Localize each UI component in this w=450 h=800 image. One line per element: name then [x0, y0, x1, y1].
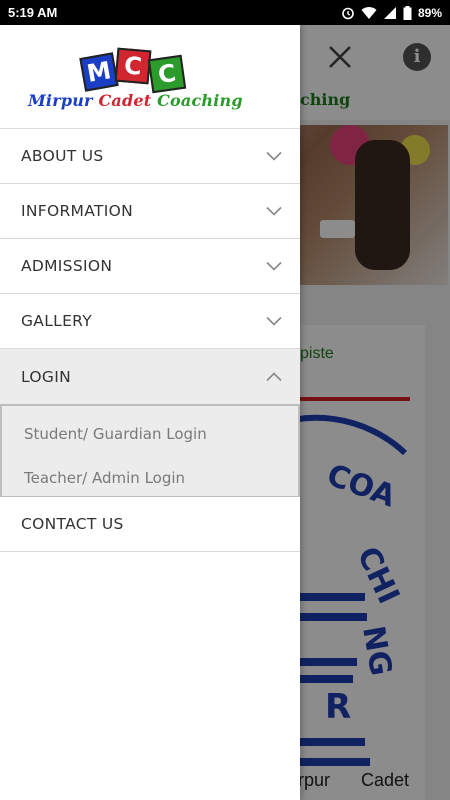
logo-text-cadet: Cadet — [98, 91, 158, 110]
wifi-icon — [361, 6, 377, 19]
menu-label: INFORMATION — [21, 202, 133, 220]
menu-label: LOGIN — [21, 367, 71, 386]
menu-item-contact-us[interactable]: CONTACT US — [0, 497, 300, 552]
chevron-up-icon — [266, 371, 282, 381]
submenu-item-student-guardian-login[interactable]: Student/ Guardian Login — [2, 412, 298, 456]
status-icons: 89% — [341, 5, 442, 20]
logo-text: Mirpur Cadet Coaching — [28, 91, 243, 110]
signal-icon — [383, 6, 396, 19]
menu-item-login[interactable]: LOGIN — [0, 349, 300, 404]
logo-text-mirpur: Mirpur — [28, 91, 99, 110]
menu-item-gallery[interactable]: GALLERY — [0, 294, 300, 349]
logo-letter-m: M — [79, 52, 119, 92]
alarm-icon — [342, 7, 354, 19]
menu-item-about-us[interactable]: ABOUT US — [0, 129, 300, 184]
drawer-logo: M C C Mirpur Cadet Coaching — [0, 25, 300, 129]
menu-label: ADMISSION — [21, 257, 113, 275]
logo-text-coaching: Coaching — [157, 91, 243, 110]
menu-label: ABOUT US — [21, 147, 104, 165]
status-bar: 5:19 AM 89% — [0, 0, 450, 25]
logo-letter-c2: C — [147, 54, 187, 94]
logo-letter-c1: C — [114, 47, 152, 85]
navigation-drawer: M C C Mirpur Cadet Coaching ABOUT US INF… — [0, 25, 300, 800]
status-time: 5:19 AM — [8, 5, 58, 20]
menu-label: GALLERY — [21, 312, 93, 330]
battery-percent: 89% — [417, 5, 442, 20]
menu-item-information[interactable]: INFORMATION — [0, 184, 300, 239]
chevron-down-icon — [266, 316, 282, 326]
login-submenu: Student/ Guardian Login Teacher/ Admin L… — [0, 404, 300, 497]
menu-label: CONTACT US — [21, 515, 124, 533]
submenu-item-teacher-admin-login[interactable]: Teacher/ Admin Login — [2, 456, 298, 500]
menu-item-admission[interactable]: ADMISSION — [0, 239, 300, 294]
chevron-down-icon — [266, 261, 282, 271]
chevron-down-icon — [266, 151, 282, 161]
battery-icon — [403, 5, 412, 20]
chevron-down-icon — [266, 206, 282, 216]
